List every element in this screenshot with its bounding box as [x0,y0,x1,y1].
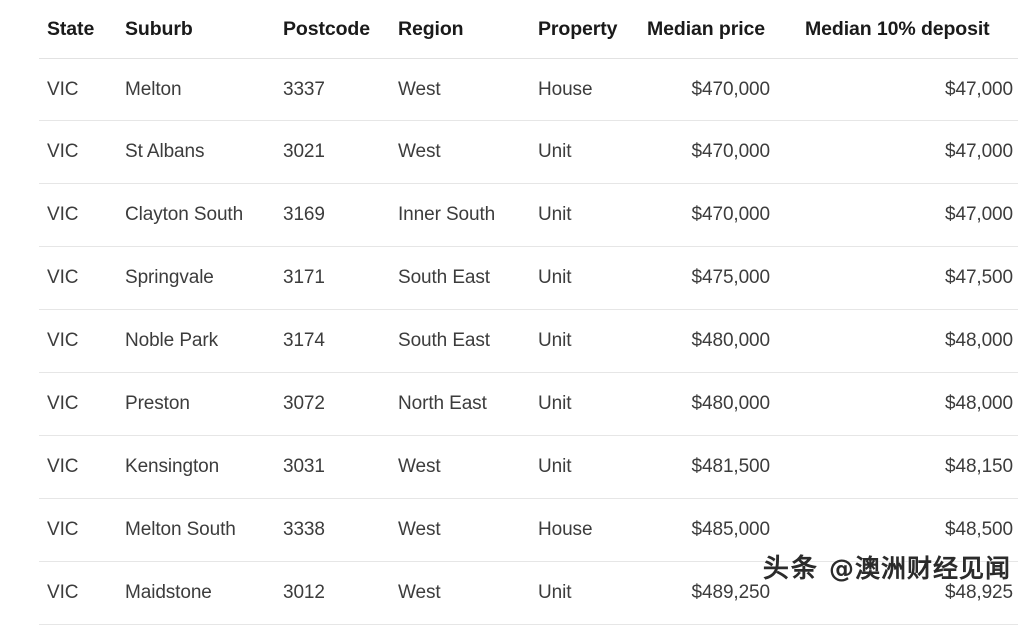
table-row: VICKensington3031WestUnit$481,500$48,150 [39,436,1018,499]
cell-state: VIC [39,247,117,310]
cell-region: Inner South [390,184,530,247]
cell-state: VIC [39,59,117,121]
cell-property: House [530,499,642,562]
cell-suburb: Melton [117,59,275,121]
cell-price: $480,000 [642,310,792,373]
cell-suburb: Maidstone [117,562,275,625]
cell-property: Unit [530,436,642,499]
cell-suburb: Springvale [117,247,275,310]
column-header-property: Property [530,0,642,59]
cell-postcode: 3169 [275,184,390,247]
cell-postcode: 3174 [275,310,390,373]
cell-deposit: $47,000 [792,184,1018,247]
cell-state: VIC [39,436,117,499]
cell-price: $470,000 [642,121,792,184]
cell-property: Unit [530,247,642,310]
cell-region: West [390,562,530,625]
cell-state: VIC [39,499,117,562]
cell-region: West [390,436,530,499]
cell-property: Unit [530,184,642,247]
cell-region: West [390,499,530,562]
cell-region: North East [390,373,530,436]
cell-suburb: Noble Park [117,310,275,373]
cell-suburb: St Albans [117,121,275,184]
cell-suburb: Preston [117,373,275,436]
table-row: VICSpringvale3171South EastUnit$475,000$… [39,247,1018,310]
cell-postcode: 3021 [275,121,390,184]
cell-property: House [530,59,642,121]
cell-deposit: $47,000 [792,121,1018,184]
table-row: VICClayton South3169Inner SouthUnit$470,… [39,184,1018,247]
cell-postcode: 3337 [275,59,390,121]
cell-state: VIC [39,310,117,373]
cell-property: Unit [530,562,642,625]
cell-postcode: 3012 [275,562,390,625]
cell-price: $485,000 [642,499,792,562]
table-body: VICMelton3337WestHouse$470,000$47,000VIC… [39,59,1018,625]
cell-deposit: $48,000 [792,310,1018,373]
cell-state: VIC [39,184,117,247]
cell-price: $481,500 [642,436,792,499]
column-header-median-deposit: Median 10% deposit [792,0,1018,59]
cell-postcode: 3072 [275,373,390,436]
cell-deposit: $47,000 [792,59,1018,121]
property-price-table-container: State Suburb Postcode Region Property Me… [39,0,968,625]
column-header-state: State [39,0,117,59]
cell-state: VIC [39,373,117,436]
cell-suburb: Clayton South [117,184,275,247]
cell-deposit: $48,000 [792,373,1018,436]
cell-region: West [390,121,530,184]
cell-property: Unit [530,373,642,436]
property-price-table: State Suburb Postcode Region Property Me… [39,0,1018,625]
cell-state: VIC [39,562,117,625]
cell-deposit: $48,150 [792,436,1018,499]
cell-price: $480,000 [642,373,792,436]
cell-postcode: 3031 [275,436,390,499]
cell-region: South East [390,247,530,310]
column-header-region: Region [390,0,530,59]
table-header: State Suburb Postcode Region Property Me… [39,0,1018,59]
table-row: VICNoble Park3174South EastUnit$480,000$… [39,310,1018,373]
cell-postcode: 3171 [275,247,390,310]
cell-region: South East [390,310,530,373]
cell-suburb: Melton South [117,499,275,562]
table-row: VICMaidstone3012WestUnit$489,250$48,925 [39,562,1018,625]
table-row: VICMelton South3338WestHouse$485,000$48,… [39,499,1018,562]
cell-property: Unit [530,121,642,184]
table-row: VICMelton3337WestHouse$470,000$47,000 [39,59,1018,121]
cell-price: $470,000 [642,184,792,247]
cell-deposit: $48,500 [792,499,1018,562]
cell-price: $489,250 [642,562,792,625]
table-header-row: State Suburb Postcode Region Property Me… [39,0,1018,59]
column-header-suburb: Suburb [117,0,275,59]
column-header-median-price: Median price [642,0,792,59]
table-row: VICPreston3072North EastUnit$480,000$48,… [39,373,1018,436]
cell-state: VIC [39,121,117,184]
cell-price: $470,000 [642,59,792,121]
column-header-postcode: Postcode [275,0,390,59]
table-row: VICSt Albans3021WestUnit$470,000$47,000 [39,121,1018,184]
cell-property: Unit [530,310,642,373]
cell-postcode: 3338 [275,499,390,562]
cell-region: West [390,59,530,121]
cell-deposit: $47,500 [792,247,1018,310]
cell-suburb: Kensington [117,436,275,499]
cell-price: $475,000 [642,247,792,310]
cell-deposit: $48,925 [792,562,1018,625]
